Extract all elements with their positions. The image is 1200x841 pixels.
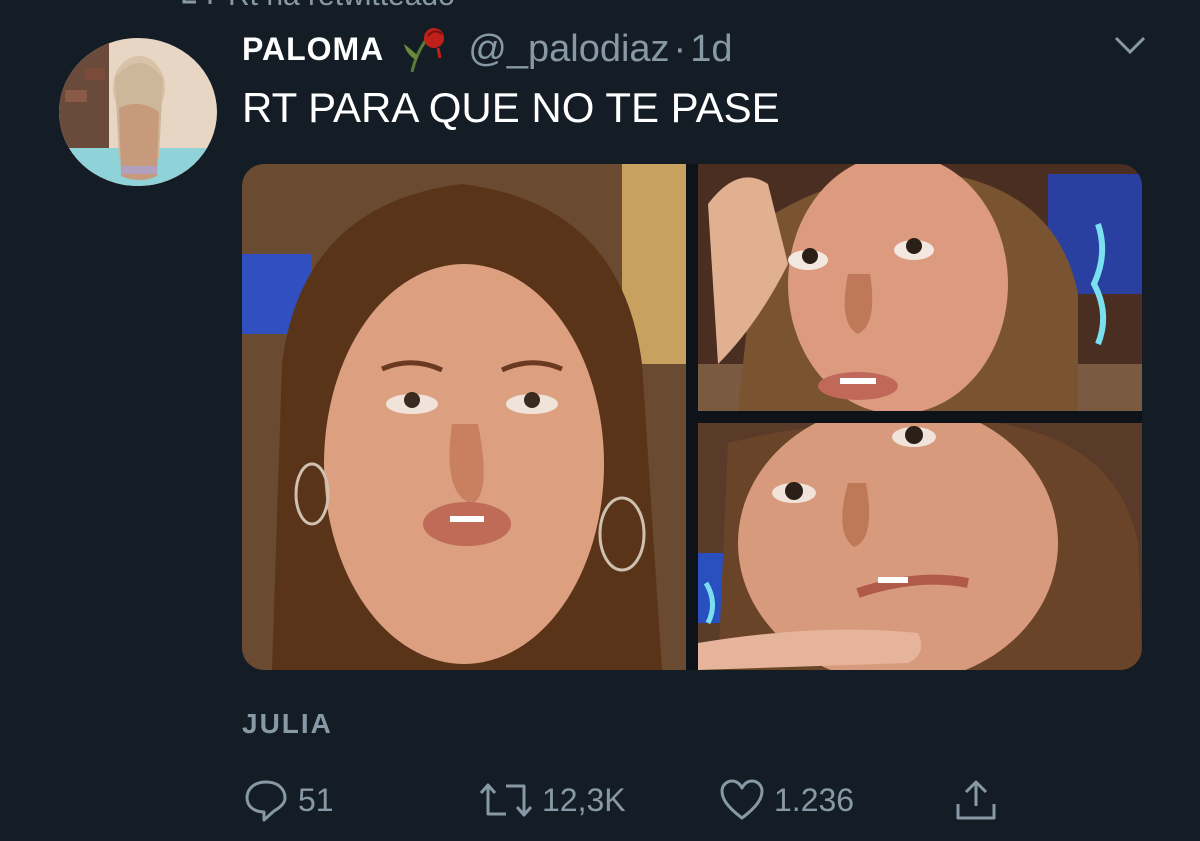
photo-2[interactable] bbox=[698, 164, 1142, 411]
tweet-text: RT PARA QUE NO TE PASE bbox=[242, 84, 780, 131]
retweet-icon bbox=[182, 0, 212, 4]
quoted-author-name[interactable]: JULIA bbox=[242, 708, 333, 740]
photo-1[interactable] bbox=[242, 164, 686, 670]
like-button[interactable]: 1.236 bbox=[718, 770, 854, 830]
heart-icon bbox=[720, 779, 764, 820]
profile-avatar-icon bbox=[59, 38, 217, 186]
retweet-count: 12,3K bbox=[542, 781, 626, 818]
author-name[interactable]: PALOMA bbox=[242, 31, 384, 68]
wilted-rose-icon bbox=[404, 28, 445, 73]
reply-count: 51 bbox=[298, 781, 334, 818]
retweet-button[interactable]: 12,3K bbox=[478, 770, 626, 830]
tweet-time[interactable]: 1d bbox=[690, 28, 732, 71]
retweeted-banner[interactable]: Rt ha retwitteado bbox=[180, 0, 455, 12]
tweet-page: Rt ha retwitteado PALOMA @_palodiaz · 1d bbox=[0, 0, 1200, 841]
reply-button[interactable]: 51 bbox=[242, 770, 334, 830]
time-separator: · bbox=[673, 27, 687, 70]
photo-1-image bbox=[242, 164, 686, 670]
avatar[interactable] bbox=[59, 38, 217, 186]
media-grid bbox=[242, 164, 1142, 670]
photo-3[interactable] bbox=[698, 423, 1142, 670]
share-button[interactable] bbox=[952, 770, 1000, 830]
tweet-actions: 51 12,3K 1.236 bbox=[242, 770, 1102, 830]
reply-icon bbox=[245, 780, 287, 822]
share-icon bbox=[956, 780, 996, 820]
chevron-down-icon[interactable] bbox=[1112, 30, 1148, 60]
retweeted-text: Rt ha retwitteado bbox=[228, 0, 455, 13]
photo-2-image bbox=[698, 164, 1142, 411]
tweet-header: PALOMA @_palodiaz · 1d bbox=[242, 26, 732, 73]
author-handle[interactable]: @_palodiaz bbox=[468, 28, 669, 71]
like-count: 1.236 bbox=[774, 781, 855, 818]
photo-3-image bbox=[698, 423, 1142, 670]
retweet-icon bbox=[479, 783, 533, 817]
